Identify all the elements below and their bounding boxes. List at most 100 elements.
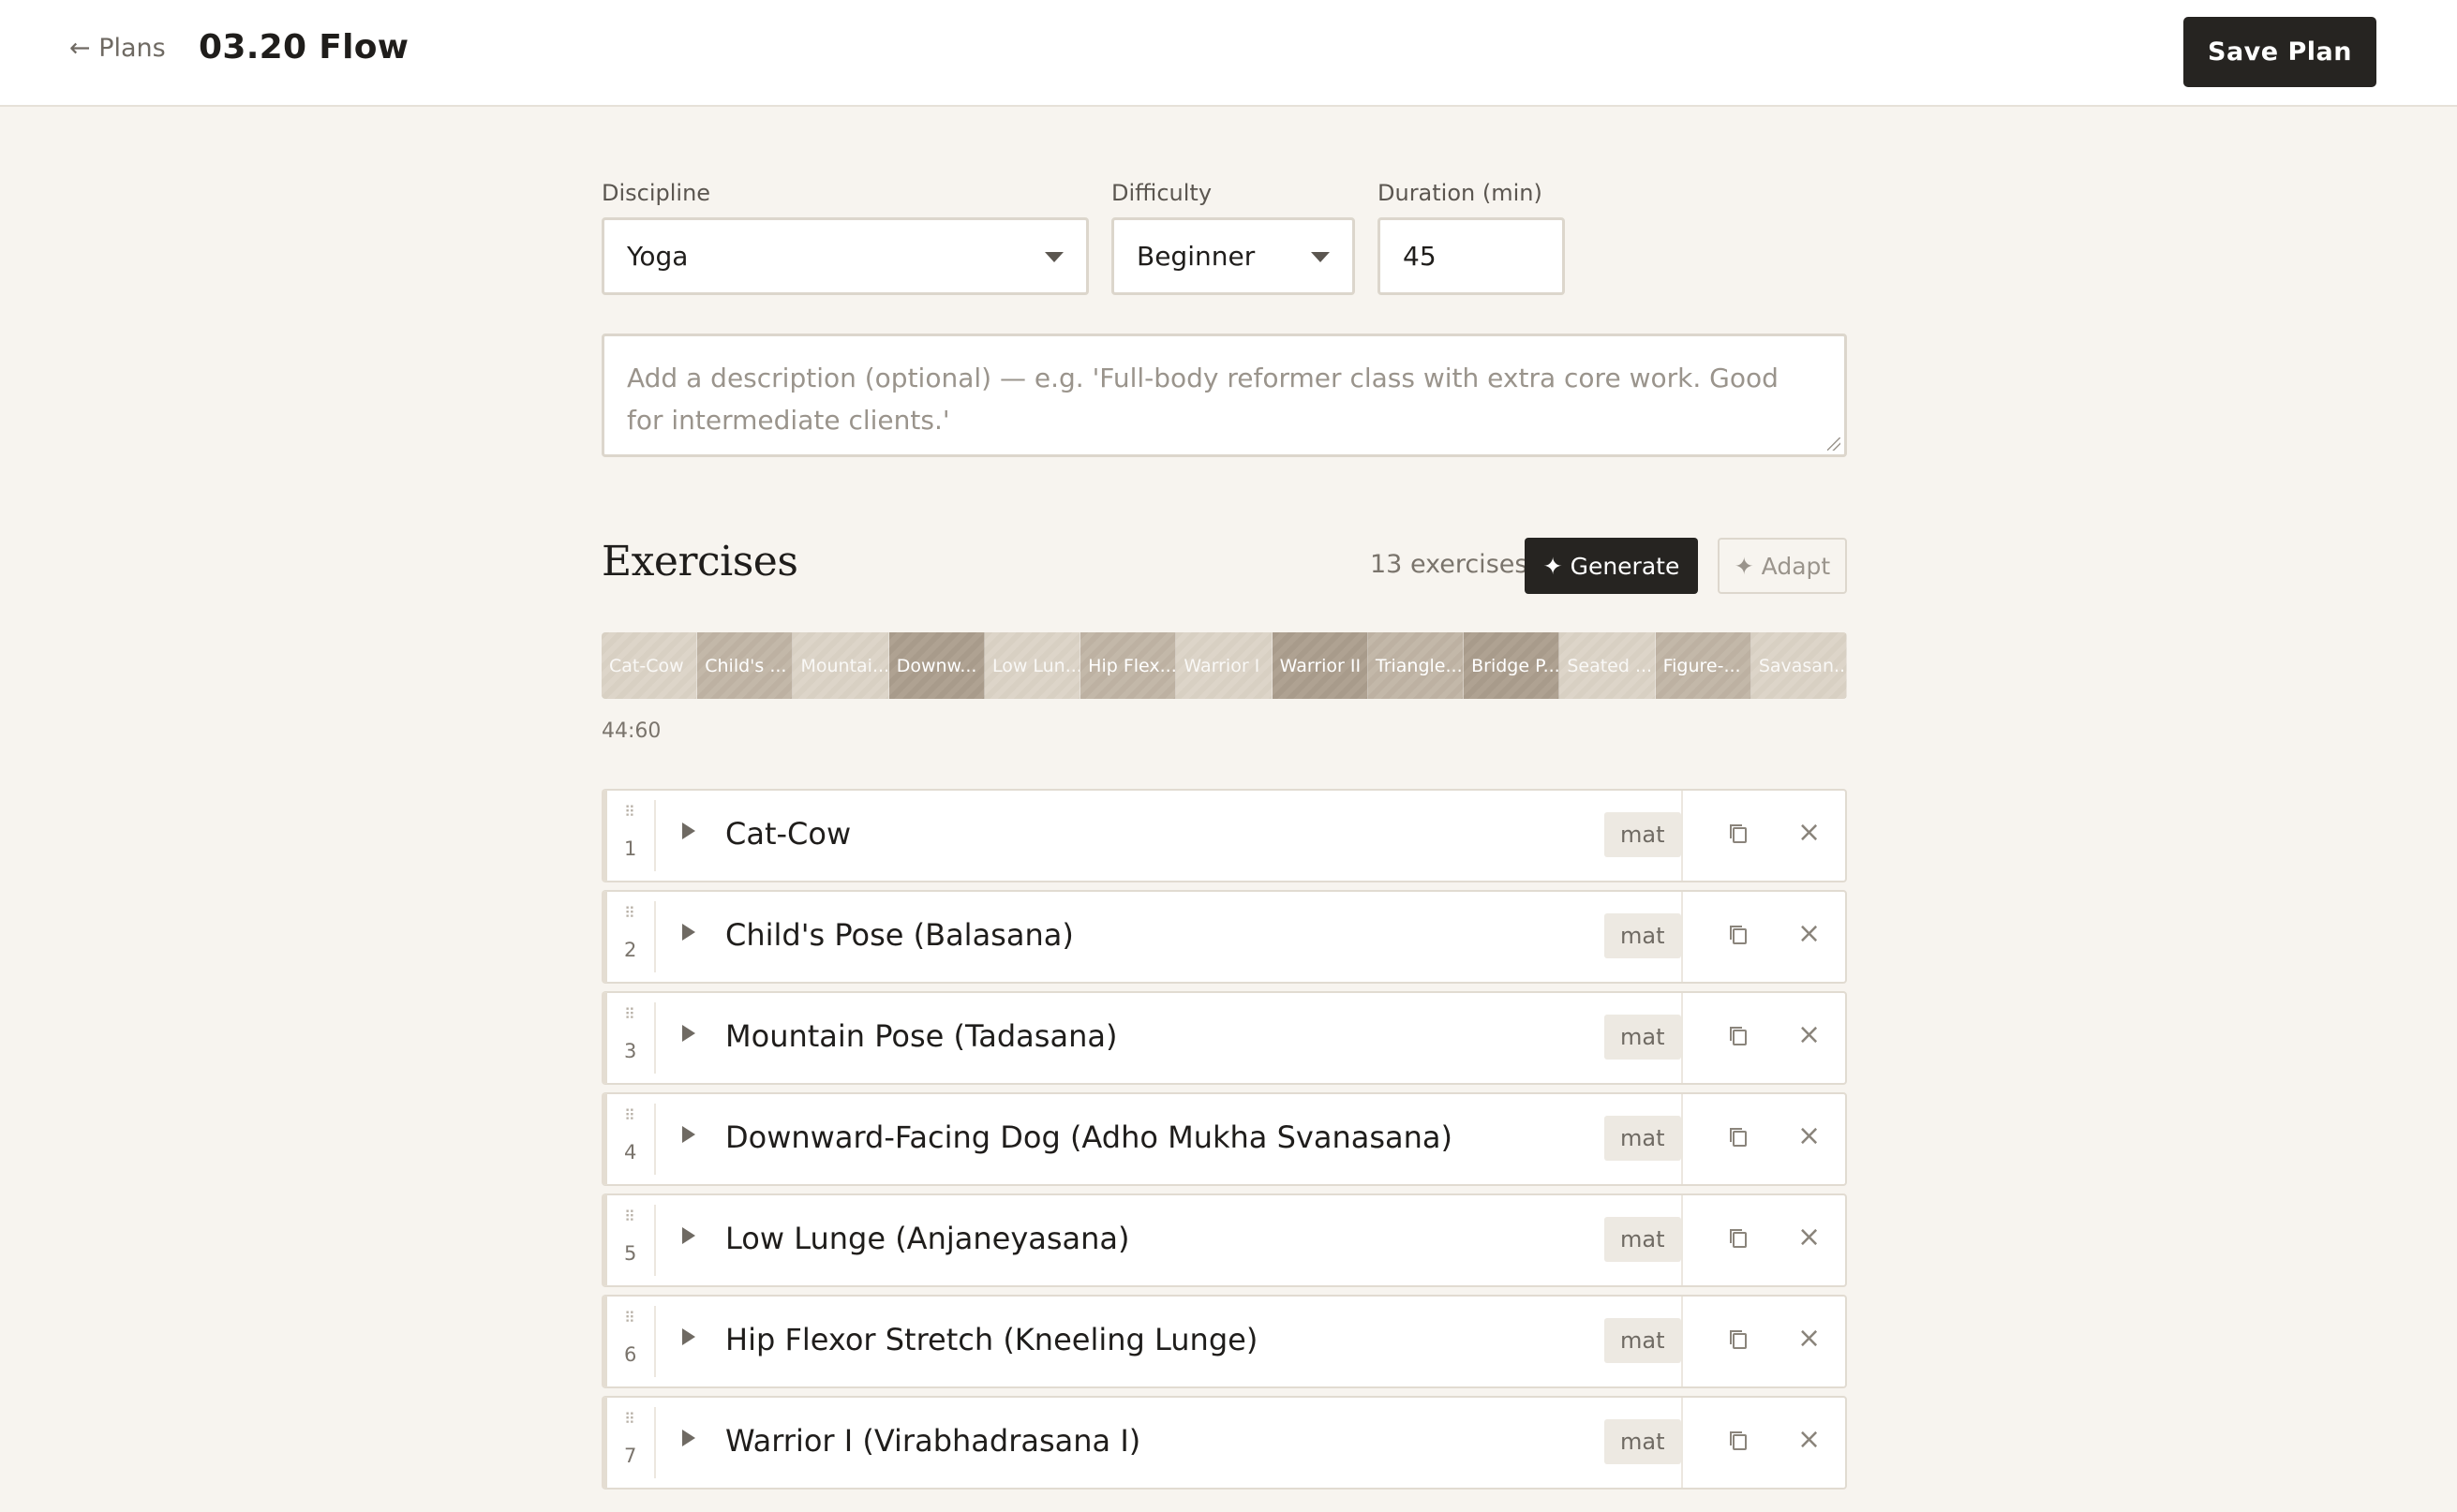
duplicate-icon[interactable]: [1728, 1430, 1749, 1452]
back-link-label: ← Plans: [69, 34, 166, 63]
exercise-timeline: Cat-Cow Child's ... Mountai... Downw... Low …: [602, 632, 1847, 699]
equipment-tag: mat: [1604, 1419, 1681, 1464]
duplicate-icon[interactable]: [1728, 1126, 1749, 1149]
remove-icon[interactable]: ×: [1797, 1122, 1821, 1150]
divider: [654, 1407, 656, 1478]
divider: [654, 1002, 656, 1074]
discipline-select[interactable]: Yoga: [602, 217, 1089, 295]
drag-handle-icon[interactable]: ⠿: [624, 1412, 635, 1427]
resize-grip-icon[interactable]: [1827, 437, 1840, 451]
timeline-segment[interactable]: Downw...: [888, 632, 985, 699]
exercise-count: 13 exercises: [1370, 550, 1528, 579]
divider: [1681, 993, 1683, 1083]
exercise-row[interactable]: ⠿ 2 Child's Pose (Balasana) mat ×: [602, 890, 1847, 984]
expand-triangle-icon[interactable]: [682, 823, 695, 839]
timeline-segment[interactable]: Warrior I: [1176, 632, 1273, 699]
discipline-value: Yoga: [627, 241, 689, 272]
timeline-segment[interactable]: Hip Flex...: [1080, 632, 1177, 699]
timeline-segment[interactable]: Figure-...: [1655, 632, 1751, 699]
discipline-label: Discipline: [602, 180, 711, 206]
exercise-row[interactable]: ⠿ 3 Mountain Pose (Tadasana) mat ×: [602, 991, 1847, 1085]
duplicate-icon[interactable]: [1728, 823, 1749, 845]
timeline-segment[interactable]: Warrior II: [1272, 632, 1368, 699]
remove-icon[interactable]: ×: [1797, 1021, 1821, 1049]
equipment-tag: mat: [1604, 1217, 1681, 1262]
drag-handle-icon[interactable]: ⠿: [624, 805, 635, 820]
description-textarea[interactable]: Add a description (optional) — e.g. 'Ful…: [602, 334, 1847, 457]
duration-input[interactable]: 45: [1377, 217, 1565, 295]
remove-icon[interactable]: ×: [1797, 819, 1821, 847]
exercise-list: ⠿ 1 Cat-Cow mat × ⠿ 2 Child's Pose (Bala…: [602, 789, 1847, 1497]
exercise-row[interactable]: ⠿ 6 Hip Flexor Stretch (Kneeling Lunge) …: [602, 1295, 1847, 1388]
duration-value: 45: [1403, 241, 1437, 272]
adapt-button[interactable]: ✦ Adapt: [1718, 538, 1847, 594]
page-title: 03.20 Flow: [199, 28, 410, 67]
timeline-segment[interactable]: Child's ...: [697, 632, 794, 699]
remove-icon[interactable]: ×: [1797, 920, 1821, 948]
duplicate-icon[interactable]: [1728, 1328, 1749, 1351]
back-to-plans-link[interactable]: ← Plans: [69, 34, 166, 63]
generate-button[interactable]: ✦ Generate: [1525, 538, 1698, 594]
exercise-row[interactable]: ⠿ 5 Low Lunge (Anjaneyasana) mat ×: [602, 1193, 1847, 1287]
exercise-name: Child's Pose (Balasana): [725, 917, 1074, 953]
exercise-name: Low Lunge (Anjaneyasana): [725, 1221, 1130, 1256]
expand-triangle-icon[interactable]: [682, 1328, 695, 1345]
timeline-segment[interactable]: Cat-Cow: [602, 632, 698, 699]
timeline-segment[interactable]: Mountai...: [793, 632, 889, 699]
timeline-segment[interactable]: Bridge P...: [1464, 632, 1560, 699]
divider: [654, 901, 656, 972]
expand-triangle-icon[interactable]: [682, 1227, 695, 1244]
exercise-name: Hip Flexor Stretch (Kneeling Lunge): [725, 1322, 1258, 1357]
equipment-tag: mat: [1604, 1015, 1681, 1060]
timeline-segment[interactable]: Triangle...: [1367, 632, 1465, 699]
exercise-row[interactable]: ⠿ 7 Warrior I (Virabhadrasana I) mat ×: [602, 1396, 1847, 1490]
difficulty-value: Beginner: [1137, 241, 1256, 272]
drag-handle-icon[interactable]: ⠿: [624, 1311, 635, 1326]
exercise-row[interactable]: ⠿ 4 Downward-Facing Dog (Adho Mukha Svan…: [602, 1092, 1847, 1186]
description-placeholder: Add a description (optional) — e.g. 'Ful…: [627, 363, 1779, 436]
exercise-name: Downward-Facing Dog (Adho Mukha Svanasan…: [725, 1119, 1452, 1155]
expand-triangle-icon[interactable]: [682, 924, 695, 941]
difficulty-select[interactable]: Beginner: [1111, 217, 1355, 295]
exercise-number: 2: [624, 939, 637, 961]
exercise-number: 5: [624, 1242, 637, 1265]
drag-handle-icon[interactable]: ⠿: [624, 1007, 635, 1022]
equipment-tag: mat: [1604, 1318, 1681, 1363]
duplicate-icon[interactable]: [1728, 1227, 1749, 1250]
duplicate-icon[interactable]: [1728, 924, 1749, 946]
drag-handle-icon[interactable]: ⠿: [624, 1108, 635, 1123]
top-bar: ← Plans 03.20 Flow Save Plan: [0, 0, 2457, 107]
remove-icon[interactable]: ×: [1797, 1426, 1821, 1454]
expand-triangle-icon[interactable]: [682, 1126, 695, 1143]
exercise-row[interactable]: ⠿ 1 Cat-Cow mat ×: [602, 789, 1847, 882]
equipment-tag: mat: [1604, 812, 1681, 857]
timeline-segment[interactable]: Seated ...: [1559, 632, 1656, 699]
remove-icon[interactable]: ×: [1797, 1325, 1821, 1353]
remove-icon[interactable]: ×: [1797, 1223, 1821, 1252]
timeline-segment[interactable]: Savasan...: [1750, 632, 1847, 699]
equipment-tag: mat: [1604, 913, 1681, 958]
chevron-down-icon: [1311, 252, 1330, 262]
divider: [1681, 892, 1683, 982]
save-plan-button[interactable]: Save Plan: [2183, 17, 2376, 87]
chevron-down-icon: [1045, 252, 1064, 262]
duration-label: Duration (min): [1377, 180, 1542, 206]
equipment-tag: mat: [1604, 1116, 1681, 1161]
exercise-name: Cat-Cow: [725, 816, 852, 852]
divider: [654, 1306, 656, 1377]
duplicate-icon[interactable]: [1728, 1025, 1749, 1047]
divider: [1681, 791, 1683, 881]
drag-handle-icon[interactable]: ⠿: [624, 1209, 635, 1224]
expand-triangle-icon[interactable]: [682, 1430, 695, 1446]
timeline-segment[interactable]: Low Lun...: [984, 632, 1081, 699]
timeline-timecode: 44:60: [602, 719, 662, 743]
expand-triangle-icon[interactable]: [682, 1025, 695, 1042]
divider: [654, 1205, 656, 1276]
divider: [1681, 1195, 1683, 1285]
exercises-heading: Exercises: [602, 538, 798, 586]
drag-handle-icon[interactable]: ⠿: [624, 906, 635, 921]
divider: [1681, 1297, 1683, 1386]
exercise-number: 6: [624, 1343, 637, 1366]
exercise-number: 1: [624, 838, 637, 860]
divider: [654, 1104, 656, 1175]
